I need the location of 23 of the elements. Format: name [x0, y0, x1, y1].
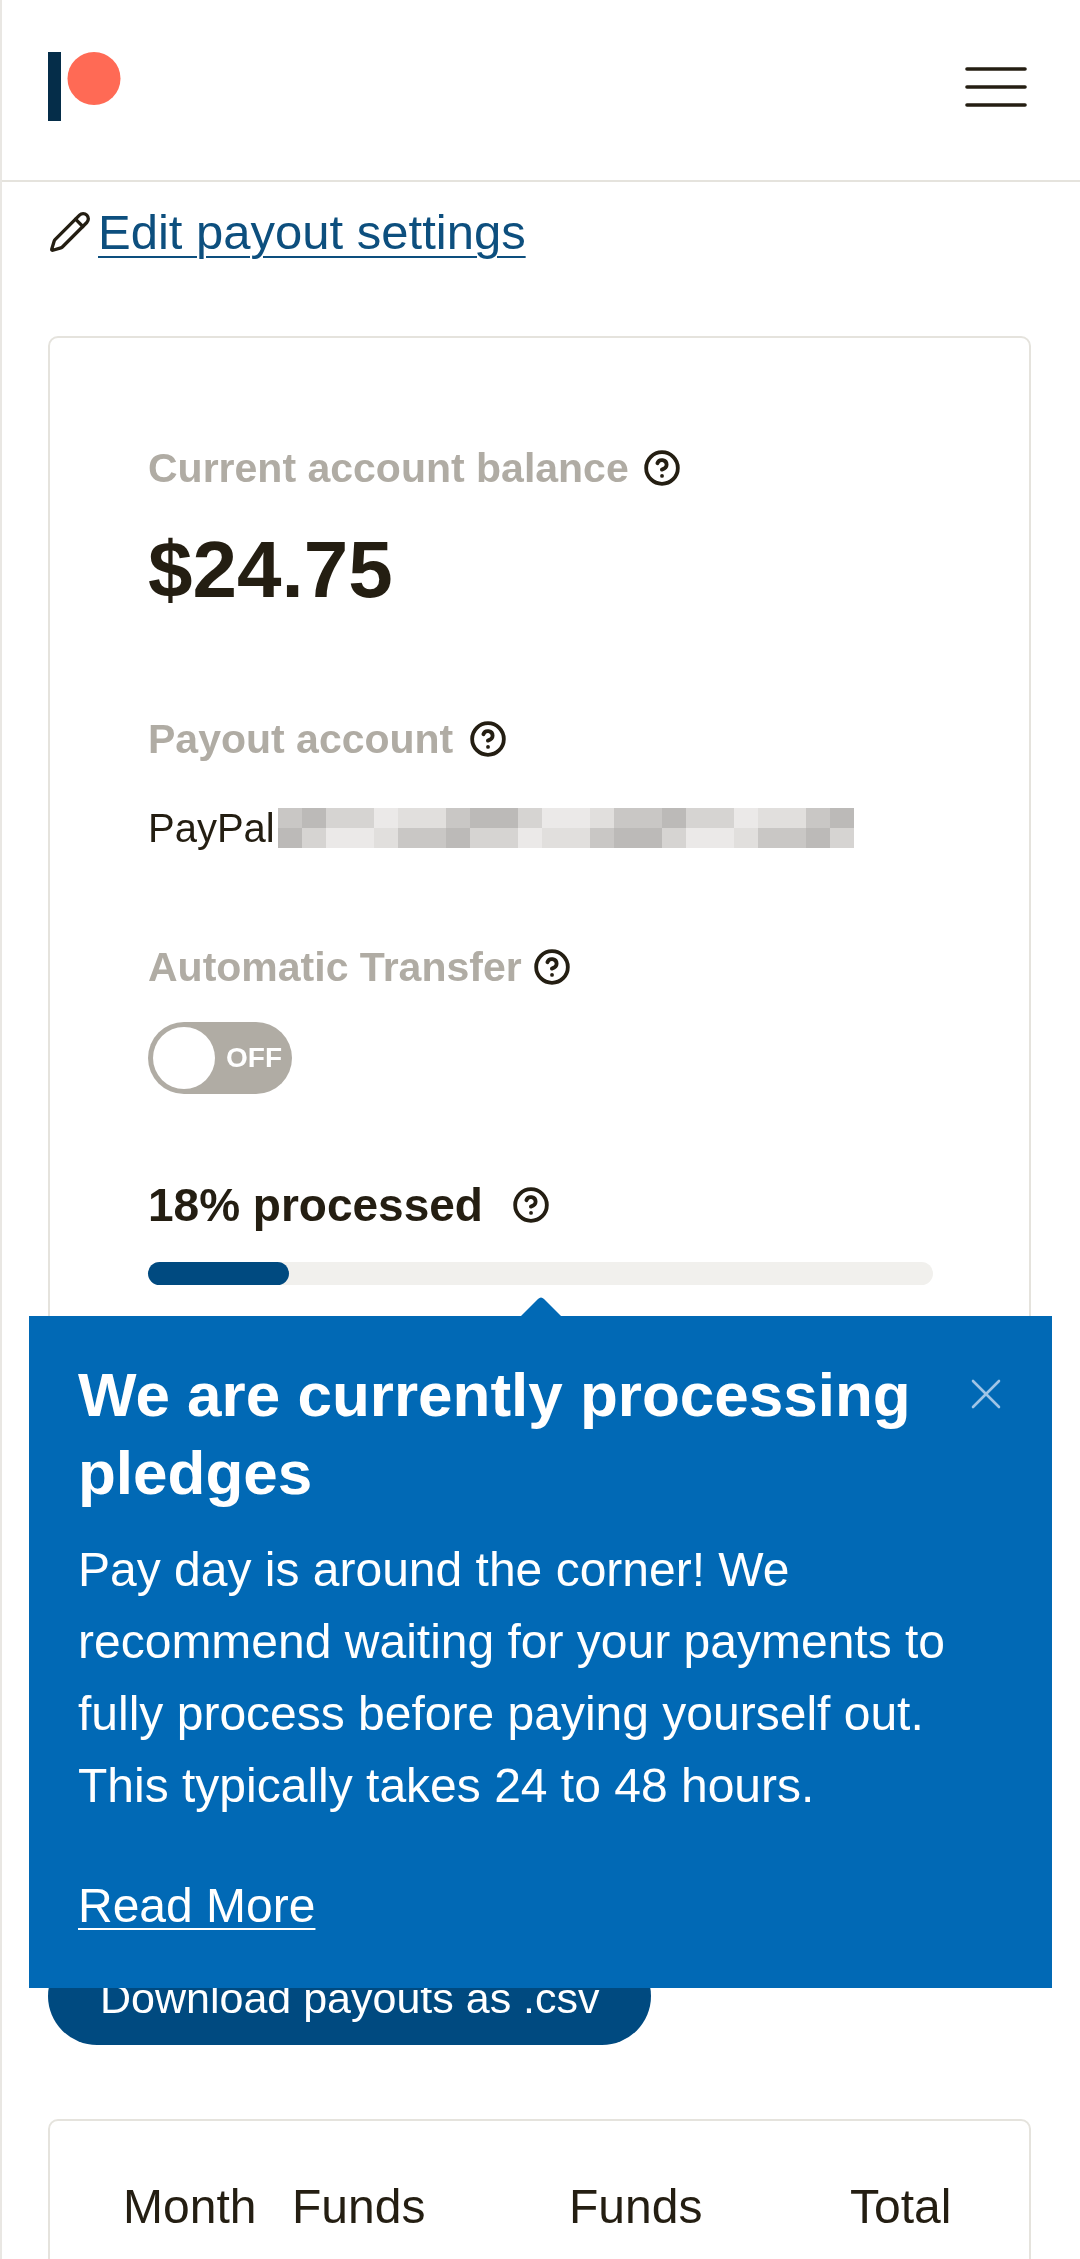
help-icon[interactable]	[511, 1186, 550, 1224]
read-more-link[interactable]: Read More	[78, 1870, 316, 1942]
column-header: Total	[850, 2179, 952, 2235]
close-button[interactable]	[971, 1379, 1001, 1409]
column-header: Month	[123, 2179, 257, 2235]
payout-account-value: PayPal	[148, 805, 275, 852]
progress-label: 18% processed	[148, 1178, 483, 1232]
column-header: Funds	[569, 2179, 703, 2235]
menu-button[interactable]	[965, 65, 1027, 109]
toggle-knob-icon	[153, 1027, 215, 1089]
payout-account-label: Payout account	[148, 715, 454, 764]
logo-icon[interactable]	[48, 52, 121, 121]
help-icon[interactable]	[469, 720, 508, 758]
balance-label: Current account balance	[148, 444, 629, 493]
balance-amount: $24.75	[148, 524, 393, 616]
pencil-icon[interactable]	[48, 210, 92, 254]
edit-payout-settings-link[interactable]: Edit payout settings	[98, 204, 526, 260]
column-header: Funds	[292, 2179, 426, 2235]
popup-message: Pay day is around the corner! We recommend waiting for your payments to fully process before paying yourself out. This typically takes 24 to 48 hours.	[78, 1542, 947, 1814]
help-icon[interactable]	[532, 948, 571, 986]
automatic-transfer-label: Automatic Transfer	[148, 943, 522, 992]
popup-title: We are currently processing pledges	[78, 1359, 912, 1509]
help-icon[interactable]	[642, 449, 681, 487]
